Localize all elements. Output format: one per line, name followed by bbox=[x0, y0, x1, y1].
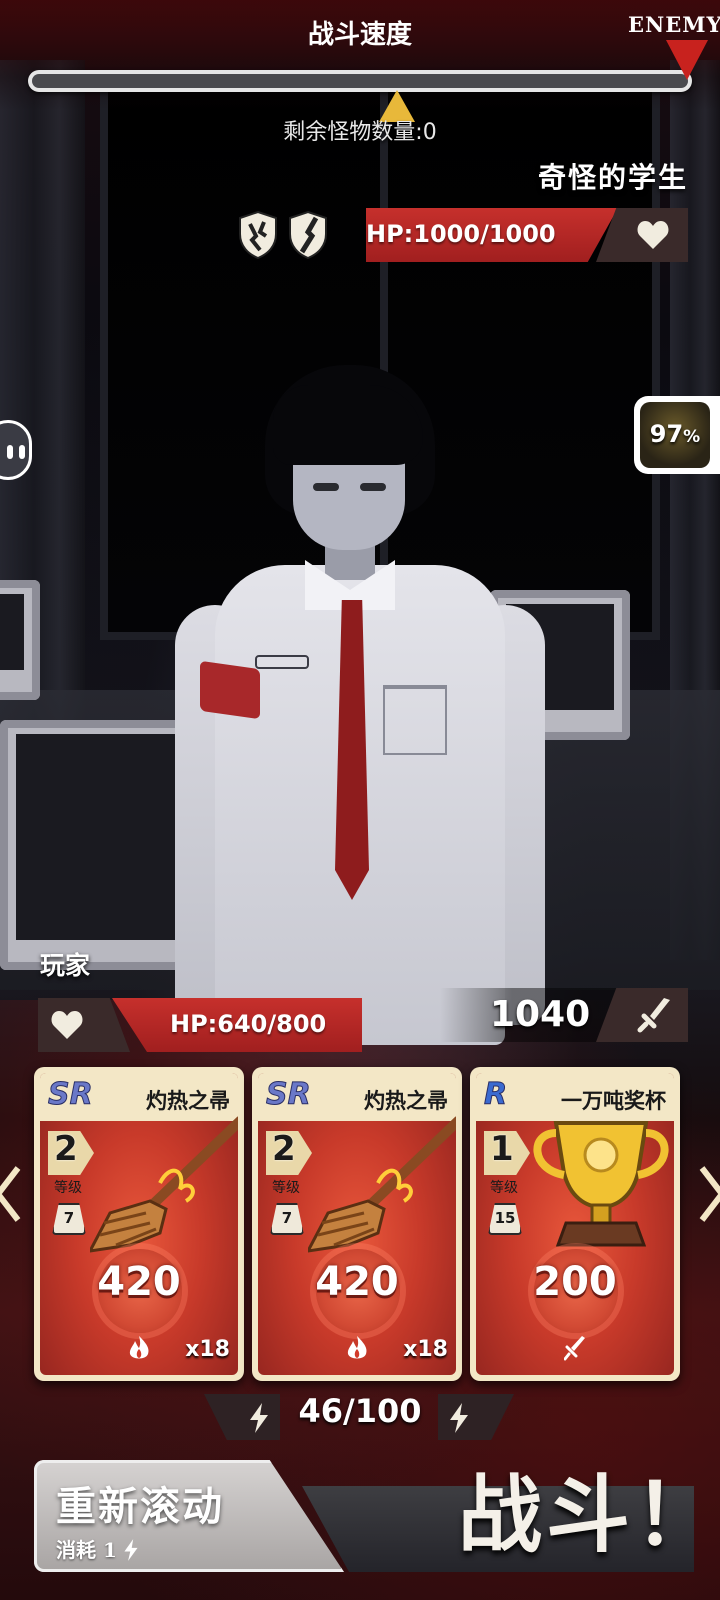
lightning-icon bbox=[124, 1539, 138, 1561]
player-hp-text: HP:640/800 bbox=[170, 1010, 327, 1038]
card-name: 一万吨奖杯 bbox=[561, 1088, 666, 1113]
enemy-bangs bbox=[273, 385, 423, 465]
card-weight: 7 bbox=[281, 1209, 293, 1227]
odds-portrait: 97% bbox=[640, 402, 710, 468]
odds-value: 97% bbox=[649, 420, 701, 448]
broken-shield-icon[interactable] bbox=[236, 210, 280, 260]
battle-speed-bar bbox=[28, 70, 692, 92]
card-rarity: SR bbox=[48, 1077, 94, 1113]
chevron-right-icon bbox=[699, 1166, 720, 1222]
enemy-speed-marker bbox=[666, 40, 708, 80]
cards-scroll-right-button[interactable] bbox=[696, 1164, 720, 1224]
lightning-icon bbox=[250, 1403, 268, 1433]
chat-dot bbox=[7, 445, 13, 459]
reroll-label: 重新滚动 bbox=[56, 1483, 224, 1530]
fire-icon bbox=[347, 1336, 367, 1359]
card-level: 2 bbox=[272, 1129, 296, 1169]
weapon-card[interactable]: R 一万吨奖杯 1 等级 15 200 bbox=[470, 1067, 680, 1381]
name-plate bbox=[255, 655, 309, 669]
chevron-left-icon bbox=[0, 1166, 21, 1222]
energy-counter: 46/100 bbox=[298, 1392, 422, 1430]
card-name: 灼热之帚 bbox=[364, 1088, 448, 1113]
attack-value-text: 1040 bbox=[490, 994, 591, 1035]
enemy-name: 奇怪的学生 bbox=[537, 161, 688, 194]
card-name: 灼热之帚 bbox=[146, 1088, 230, 1113]
remaining-monsters-text: 剩余怪物数量:0 bbox=[283, 120, 437, 145]
crt-monitor bbox=[0, 580, 40, 700]
red-armband bbox=[200, 660, 260, 720]
enemy-character-portrait bbox=[175, 365, 545, 1065]
weapon-card[interactable]: SR 灼热之帚 2 等级 7 420 x18 bbox=[34, 1067, 244, 1381]
shirt-pocket bbox=[383, 685, 447, 755]
lightning-icon bbox=[450, 1403, 468, 1433]
attack-total: 1040 bbox=[440, 988, 620, 1042]
card-body: SR 灼热之帚 2 等级 7 420 x18 bbox=[40, 1073, 238, 1375]
card-level-label: 等级 bbox=[272, 1180, 300, 1196]
broom-icon bbox=[308, 1116, 456, 1253]
speed-bar-track bbox=[32, 74, 688, 88]
trophy-icon bbox=[533, 1121, 669, 1247]
battle-speed-title: 战斗速度 bbox=[307, 20, 412, 50]
card-level: 1 bbox=[490, 1129, 514, 1169]
card-weight: 15 bbox=[494, 1209, 516, 1227]
card-body: SR 灼热之帚 2 等级 7 420 x18 bbox=[258, 1073, 456, 1375]
card-power: 420 bbox=[97, 1259, 181, 1305]
enemy-eye bbox=[313, 483, 339, 491]
heart-icon bbox=[637, 221, 669, 249]
card-level-label: 等级 bbox=[54, 1180, 82, 1196]
reroll-cost: 消耗 1 bbox=[56, 1534, 139, 1563]
card-rarity: SR bbox=[266, 1077, 312, 1113]
fire-icon bbox=[129, 1336, 149, 1359]
enemy-speed-tag: ENEMY bbox=[628, 12, 720, 37]
cards-scroll-left-button[interactable] bbox=[0, 1164, 24, 1224]
card-power: 420 bbox=[315, 1259, 399, 1305]
chat-dot bbox=[19, 445, 25, 459]
enemy-hp-bar: HP:1000/1000 bbox=[366, 208, 618, 262]
card-rarity: R bbox=[483, 1077, 508, 1113]
card-weight: 7 bbox=[63, 1209, 75, 1227]
win-odds-widget[interactable]: 97% bbox=[634, 396, 720, 474]
player-name: 玩家 bbox=[40, 951, 91, 980]
card-multiplier: x18 bbox=[185, 1337, 230, 1362]
card-level-label: 等级 bbox=[490, 1180, 518, 1196]
card-power: 200 bbox=[533, 1259, 617, 1305]
cracked-shield-icon[interactable] bbox=[286, 210, 330, 260]
sword-icon bbox=[564, 1336, 585, 1361]
enemy-hp-text: HP:1000/1000 bbox=[366, 220, 556, 248]
broom-icon bbox=[90, 1116, 238, 1253]
sword-icon bbox=[637, 998, 670, 1033]
weapon-card[interactable]: SR 灼热之帚 2 等级 7 420 x18 bbox=[252, 1067, 462, 1381]
fight-label[interactable]: 战斗！ bbox=[458, 1448, 720, 1569]
card-level: 2 bbox=[54, 1129, 78, 1169]
card-multiplier: x18 bbox=[403, 1337, 448, 1362]
card-body: R 一万吨奖杯 1 等级 15 200 bbox=[476, 1073, 674, 1375]
player-hp-bar: HP:640/800 bbox=[112, 998, 362, 1052]
enemy-eye bbox=[360, 483, 386, 491]
heart-icon bbox=[51, 1011, 83, 1039]
crt-monitor bbox=[0, 720, 200, 970]
